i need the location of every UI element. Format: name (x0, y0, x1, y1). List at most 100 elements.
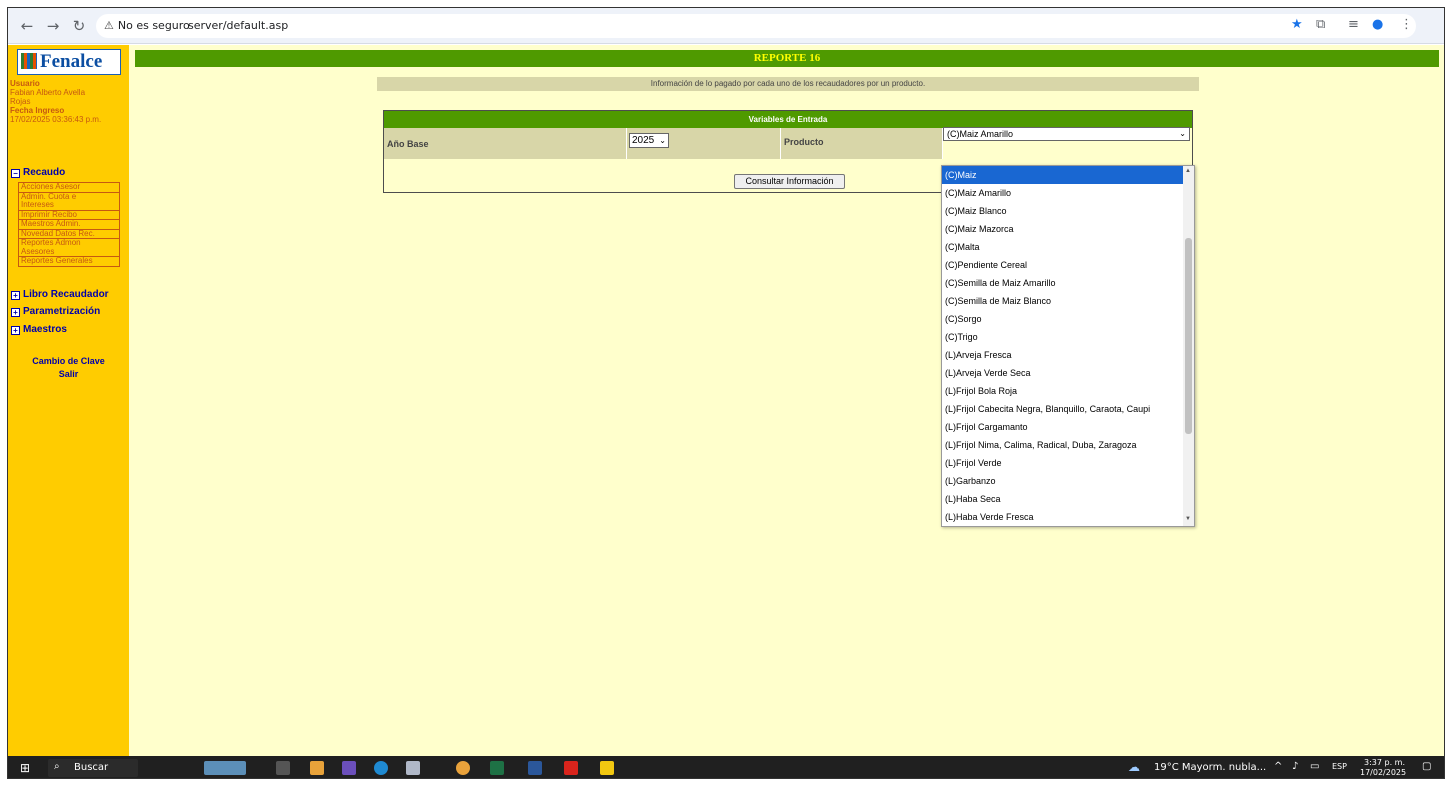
acrobat-icon[interactable] (564, 761, 578, 775)
dropdown-option[interactable]: (L)Frijol Bola Roja (942, 382, 1183, 400)
address-bar[interactable]: ⚠ No es seguro server/default.asp (96, 14, 1416, 38)
warning-icon: ⚠ (104, 19, 114, 32)
dropdown-option[interactable]: (C)Maiz Mazorca (942, 220, 1183, 238)
profile-icon[interactable]: ● (1372, 17, 1383, 32)
dropdown-option[interactable]: (C)Trigo (942, 328, 1183, 346)
form-header: Variables de Entrada (384, 111, 1192, 128)
dropdown-scrollbar[interactable]: ▲ ▼ (1183, 166, 1194, 526)
browser-toolbar: ← → ↻ ⚠ No es seguro server/default.asp ★… (8, 8, 1444, 44)
dropdown-option[interactable]: (L)Frijol Nima, Calima, Radical, Duba, Z… (942, 436, 1183, 454)
year-select[interactable]: 2025 ⌄ (629, 133, 669, 148)
year-select-cell: 2025 ⌄ (627, 128, 781, 159)
word-icon[interactable] (528, 761, 542, 775)
task-view-icon[interactable] (276, 761, 290, 775)
login-date: 17/02/2025 03:36:43 p.m. (10, 115, 102, 124)
network-icon[interactable]: ▭ (1310, 761, 1319, 772)
news-widget-icon[interactable] (204, 761, 246, 775)
scroll-up-icon[interactable]: ▲ (1185, 168, 1191, 174)
dropdown-option[interactable]: (C)Semilla de Maiz Amarillo (942, 274, 1183, 292)
dropdown-option[interactable]: (L)Arveja Verde Seca (942, 364, 1183, 382)
extensions-icon[interactable]: ⧉ (1316, 17, 1325, 32)
dropdown-option[interactable]: (C)Sorgo (942, 310, 1183, 328)
dropdown-option[interactable]: (C)Maiz Amarillo (942, 184, 1183, 202)
screen: ← → ↻ ⚠ No es seguro server/default.asp ★… (7, 7, 1445, 779)
dropdown-option[interactable]: (C)Semilla de Maiz Blanco (942, 292, 1183, 310)
excel-icon[interactable] (490, 761, 504, 775)
copilot-icon[interactable] (342, 761, 356, 775)
sidebar: Fenalce Usuario Fabian Alberto Avella Ro… (8, 45, 129, 756)
recaudo-menu: Acciones Asesor Admin. Cuota e Intereses… (18, 182, 120, 267)
page: Fenalce Usuario Fabian Alberto Avella Ro… (8, 45, 1444, 756)
bookmark-star-icon[interactable]: ★ (1291, 17, 1303, 32)
logo-mark-icon (21, 53, 37, 69)
logo: Fenalce (17, 49, 121, 75)
powerbi-icon[interactable] (600, 761, 614, 775)
dropdown-option[interactable]: (C)Malta (942, 238, 1183, 256)
logo-text: Fenalce (40, 51, 103, 72)
dropdown-option[interactable]: (C)Maiz (942, 166, 1183, 184)
weather-icon: ☁ (1128, 760, 1140, 774)
file-explorer-icon[interactable] (310, 761, 324, 775)
volume-icon[interactable]: ♪ (1292, 761, 1298, 772)
search-label: Buscar (74, 762, 109, 773)
page-title: REPORTE 16 (135, 50, 1439, 67)
consult-button[interactable]: Consultar Información (734, 174, 845, 189)
clock-time[interactable]: 3:37 p. m. (1364, 758, 1405, 767)
logout-link[interactable]: Salir (8, 369, 129, 379)
report-description: Información de lo pagado por cada uno de… (377, 77, 1199, 91)
clock-date[interactable]: 17/02/2025 (1360, 768, 1406, 777)
notifications-icon[interactable]: ▢ (1422, 761, 1431, 772)
product-label: Producto (784, 137, 824, 147)
dropdown-option[interactable]: (L)Frijol Verde (942, 454, 1183, 472)
year-label: Año Base (387, 139, 429, 149)
dropdown-option[interactable]: (C)Maiz Blanco (942, 202, 1183, 220)
edge-icon[interactable] (374, 761, 388, 775)
taskbar-search[interactable]: ⌕ Buscar (48, 759, 138, 777)
menu-section-recaudo[interactable]: − Recaudo (11, 167, 65, 178)
windows-start-icon[interactable]: ⊞ (20, 761, 30, 775)
menu-section-maestros[interactable]: + Maestros (11, 324, 67, 335)
main-content: REPORTE 16 Información de lo pagado por … (129, 45, 1444, 756)
taskbar: ⊞ ⌕ Buscar ☁ 19°C Mayorm. nubla... ^ ♪ ▭… (8, 756, 1444, 778)
collapse-icon: − (11, 169, 20, 178)
security-indicator[interactable]: ⚠ No es seguro (104, 19, 190, 32)
product-select[interactable]: (C)Maiz Amarillo ⌄ (943, 127, 1190, 141)
url-text[interactable]: server/default.asp (188, 19, 288, 32)
product-dropdown-list[interactable]: (C)Maiz (C)Maiz Amarillo (C)Maiz Blanco … (941, 165, 1195, 527)
user-name-line1: Fabian Alberto Avella (10, 88, 86, 97)
menu-item-reportes-generales[interactable]: Reportes Generales (19, 256, 119, 266)
year-label-cell: Año Base (384, 128, 627, 159)
menu-section-libro[interactable]: + Libro Recaudador (11, 289, 109, 300)
language-indicator[interactable]: ESP (1332, 762, 1347, 771)
dropdown-options: (C)Maiz (C)Maiz Amarillo (C)Maiz Blanco … (942, 166, 1194, 526)
back-icon[interactable]: ← (18, 17, 36, 35)
scroll-down-icon[interactable]: ▼ (1185, 516, 1191, 522)
dropdown-option[interactable]: (L)Frijol Cabecita Negra, Blanquillo, Ca… (942, 400, 1183, 418)
dropdown-option[interactable]: (L)Garbanzo (942, 472, 1183, 490)
user-name-line2: Rojas (10, 97, 31, 106)
menu-dots-icon[interactable]: ⋮ (1400, 17, 1413, 32)
expand-icon: + (11, 326, 20, 335)
expand-icon: + (11, 291, 20, 300)
forward-icon[interactable]: → (44, 17, 62, 35)
scrollbar-thumb[interactable] (1185, 238, 1192, 434)
dropdown-option[interactable]: (L)Haba Verde Fresca (942, 508, 1183, 526)
menu-section-parametrizacion[interactable]: + Parametrización (11, 306, 100, 317)
reload-icon[interactable]: ↻ (70, 17, 88, 35)
dropdown-option[interactable]: (L)Arveja Fresca (942, 346, 1183, 364)
app-icon[interactable] (406, 761, 420, 775)
user-label: Usuario (10, 79, 40, 88)
login-label: Fecha Ingreso (10, 106, 65, 115)
dropdown-option[interactable]: (L)Haba Seca (942, 490, 1183, 508)
reading-list-icon[interactable]: ≡ (1348, 17, 1359, 32)
weather-text[interactable]: 19°C Mayorm. nubla... (1154, 762, 1266, 773)
tray-chevron-icon[interactable]: ^ (1274, 761, 1282, 772)
product-label-cell: Producto (781, 128, 943, 159)
dropdown-option[interactable]: (C)Pendiente Cereal (942, 256, 1183, 274)
change-password-link[interactable]: Cambio de Clave (8, 356, 129, 366)
chrome-icon[interactable] (456, 761, 470, 775)
search-icon: ⌕ (54, 761, 60, 772)
expand-icon: + (11, 308, 20, 317)
chevron-down-icon: ⌄ (1179, 129, 1186, 138)
dropdown-option[interactable]: (L)Frijol Cargamanto (942, 418, 1183, 436)
